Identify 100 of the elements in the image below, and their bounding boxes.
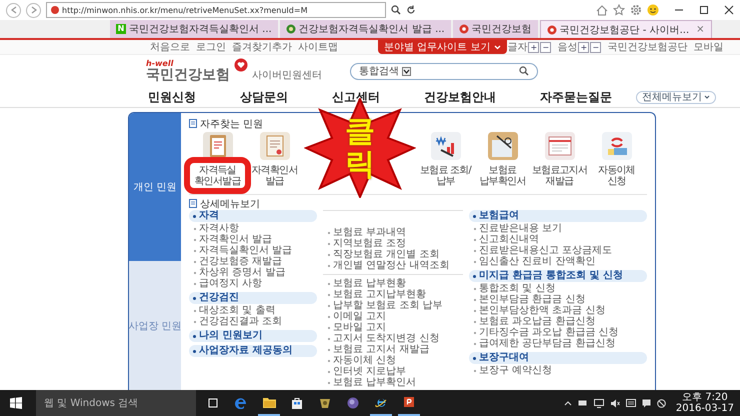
- menu-group-header[interactable]: 자격: [189, 210, 317, 222]
- favorite-link[interactable]: 자동이체 신청: [588, 165, 644, 187]
- menu-group-header[interactable]: 보장구대여: [469, 352, 647, 364]
- menu-link[interactable]: 급여제한 공단부담금 환급신청: [469, 338, 647, 349]
- favorite-link[interactable]: 자격확인서 발급: [246, 165, 302, 187]
- address-field[interactable]: http://minwon.nhis.or.kr/menu/retriveMenuSet.xx?menuId=M: [46, 2, 386, 18]
- menu-link[interactable]: 보험료 납부확인서: [323, 377, 463, 388]
- keyboard-icon[interactable]: [626, 399, 636, 407]
- refresh-icon[interactable]: [602, 132, 632, 160]
- utility-link[interactable]: 로그인: [196, 40, 226, 54]
- glasses-on-paper-icon[interactable]: [488, 132, 518, 160]
- utility-link[interactable]: 즐겨찾기추가: [232, 40, 292, 54]
- notification-icon[interactable]: [642, 398, 651, 408]
- menu-link[interactable]: 인터넷 지로납부: [323, 366, 463, 377]
- menu-link[interactable]: 본인부담상한액 초과금 신청: [469, 305, 647, 316]
- favorite-link[interactable]: 보험료 납부확인서: [474, 165, 530, 187]
- menu-group-header[interactable]: 건강검진: [189, 292, 317, 304]
- site-logo[interactable]: h-well 국민건강보험: [146, 60, 230, 82]
- nav-menu-item[interactable]: 민원신청: [148, 88, 196, 106]
- forward-button[interactable]: [26, 2, 41, 18]
- chart-icon[interactable]: [430, 132, 460, 160]
- menu-link[interactable]: 차상위 증명서 발급: [189, 267, 317, 278]
- utility-link[interactable]: 처음으로: [150, 40, 190, 54]
- nav-menu-item[interactable]: 건강보험안내: [424, 88, 496, 106]
- minus-button[interactable]: −: [590, 42, 602, 52]
- menu-link[interactable]: 고지서 도착지변경 신청: [323, 333, 463, 344]
- menu-link[interactable]: 진료받은내용신고 포상금제도: [469, 245, 647, 256]
- search-icon[interactable]: [391, 5, 401, 15]
- taskbar-search-field[interactable]: 웹 및 Windows 검색: [36, 390, 196, 416]
- sidebar-tab[interactable]: 개인 민원: [129, 113, 181, 262]
- menu-link[interactable]: 급여정지 사항: [189, 278, 317, 289]
- nav-menu-item[interactable]: 상담문의: [240, 88, 288, 106]
- menu-link[interactable]: 기타징수금 과오납 환급금 신청: [469, 327, 647, 338]
- browser-tab[interactable]: 국민건강보험: [452, 20, 538, 38]
- menu-link[interactable]: 보험료 부과내역: [323, 227, 463, 238]
- nav-menu-item[interactable]: 신고센터: [332, 88, 380, 106]
- browser-tab[interactable]: N 국민건강보험자격득실확인서 ...: [110, 20, 278, 38]
- utility-link[interactable]: 모바일: [693, 40, 724, 54]
- menu-link[interactable]: 본인부담금 환급금 신청: [469, 294, 647, 305]
- smiley-icon[interactable]: [647, 4, 659, 16]
- site-menu-button[interactable]: 분야별 업무사이트 보기: [378, 40, 508, 54]
- minus-button[interactable]: −: [540, 42, 552, 52]
- menu-link[interactable]: 자격확인서 발급: [189, 234, 317, 245]
- home-icon[interactable]: [596, 4, 608, 16]
- speaker-icon[interactable]: [610, 398, 620, 408]
- favorite-link[interactable]: 자격득실 확인서발급: [190, 165, 246, 187]
- clock-time[interactable]: 오후 7:20: [682, 392, 728, 403]
- back-button[interactable]: [6, 2, 21, 18]
- nav-menu-item[interactable]: 자주묻는질문: [540, 88, 612, 106]
- certificate-icon[interactable]: [260, 132, 290, 160]
- menu-link[interactable]: 건강검진결과 조회: [189, 316, 317, 327]
- battery-icon[interactable]: [578, 400, 588, 406]
- plus-button[interactable]: +: [578, 42, 590, 52]
- menu-link[interactable]: 자격사항: [189, 223, 317, 234]
- search-scope-dropdown[interactable]: 통합검색: [359, 64, 399, 78]
- menu-link[interactable]: 이메일 고지: [323, 311, 463, 322]
- menu-link[interactable]: 보험료 과오납금 환급신청: [469, 316, 647, 327]
- settings-icon[interactable]: [630, 4, 642, 16]
- menu-link[interactable]: 개인별 연말정산 내역조회: [323, 260, 463, 271]
- bill-icon[interactable]: [544, 132, 574, 160]
- menu-link[interactable]: 보험료 고지납부현황: [323, 289, 463, 300]
- windows-start-icon[interactable]: [10, 397, 22, 409]
- menu-group-header[interactable]: 사업장자료 제공동의: [189, 345, 317, 357]
- favorite-link[interactable]: 보험료 조회/납부: [418, 165, 474, 187]
- menu-group-header[interactable]: 나의 민원보기: [189, 330, 317, 342]
- search-icon[interactable]: [519, 66, 529, 76]
- menu-link[interactable]: 모바일 고지: [323, 322, 463, 333]
- monitor-icon[interactable]: [594, 398, 604, 408]
- plus-button[interactable]: +: [528, 42, 540, 52]
- clock-date[interactable]: 2016-03-17: [676, 403, 734, 414]
- menu-link[interactable]: 진료받은내용 보기: [469, 223, 647, 234]
- menu-link[interactable]: 납부할 보험료 조회 납부: [323, 300, 463, 311]
- menu-link[interactable]: 보장구 예약신청: [469, 365, 647, 376]
- browser-tab[interactable]: 국민건강보험공단 - 사이버... ×: [540, 20, 712, 38]
- menu-link[interactable]: 직장보험료 개인별 조회: [323, 249, 463, 260]
- menu-link[interactable]: 지역보험료 조정: [323, 238, 463, 249]
- menu-link[interactable]: 대상조회 및 출력: [189, 305, 317, 316]
- tab-close-button[interactable]: ×: [696, 24, 705, 35]
- star-icon[interactable]: [613, 4, 625, 16]
- menu-link[interactable]: 보험료 고지서 재발급: [323, 344, 463, 355]
- browser-tab[interactable]: 건강보험자격득실확인서 발급 ...: [280, 20, 451, 38]
- menu-group-header[interactable]: 미지급 환급금 통합조회 및 신청: [469, 270, 647, 282]
- dropdown-caret-icon[interactable]: [402, 66, 411, 76]
- menu-link[interactable]: 신고회신내역: [469, 234, 647, 245]
- close-icon[interactable]: [724, 5, 734, 15]
- utility-link[interactable]: 국민건강보험공단: [607, 40, 688, 54]
- utility-link[interactable]: 사이트맵: [298, 40, 338, 54]
- search-field[interactable]: 통합검색: [350, 62, 538, 80]
- menu-link[interactable]: 임신출산 진료비 잔액확인: [469, 256, 647, 267]
- favorite-link[interactable]: 보험료고지서 재발급: [532, 165, 588, 187]
- menu-link[interactable]: 통합조회 및 신청: [469, 283, 647, 294]
- chevron-up-icon[interactable]: [564, 400, 572, 406]
- menu-link[interactable]: 자동이체 신청: [323, 355, 463, 366]
- refresh-icon[interactable]: [406, 5, 416, 15]
- menu-link[interactable]: 자격득실확인서 발급: [189, 245, 317, 256]
- menu-link[interactable]: 보험료 납부현황: [323, 278, 463, 289]
- blocked-icon[interactable]: [656, 398, 666, 408]
- all-menu-button[interactable]: 전체메뉴보기: [636, 90, 716, 104]
- menu-group-header[interactable]: 보험급여: [469, 210, 647, 222]
- menu-link[interactable]: 건강보험증 재발급: [189, 256, 317, 267]
